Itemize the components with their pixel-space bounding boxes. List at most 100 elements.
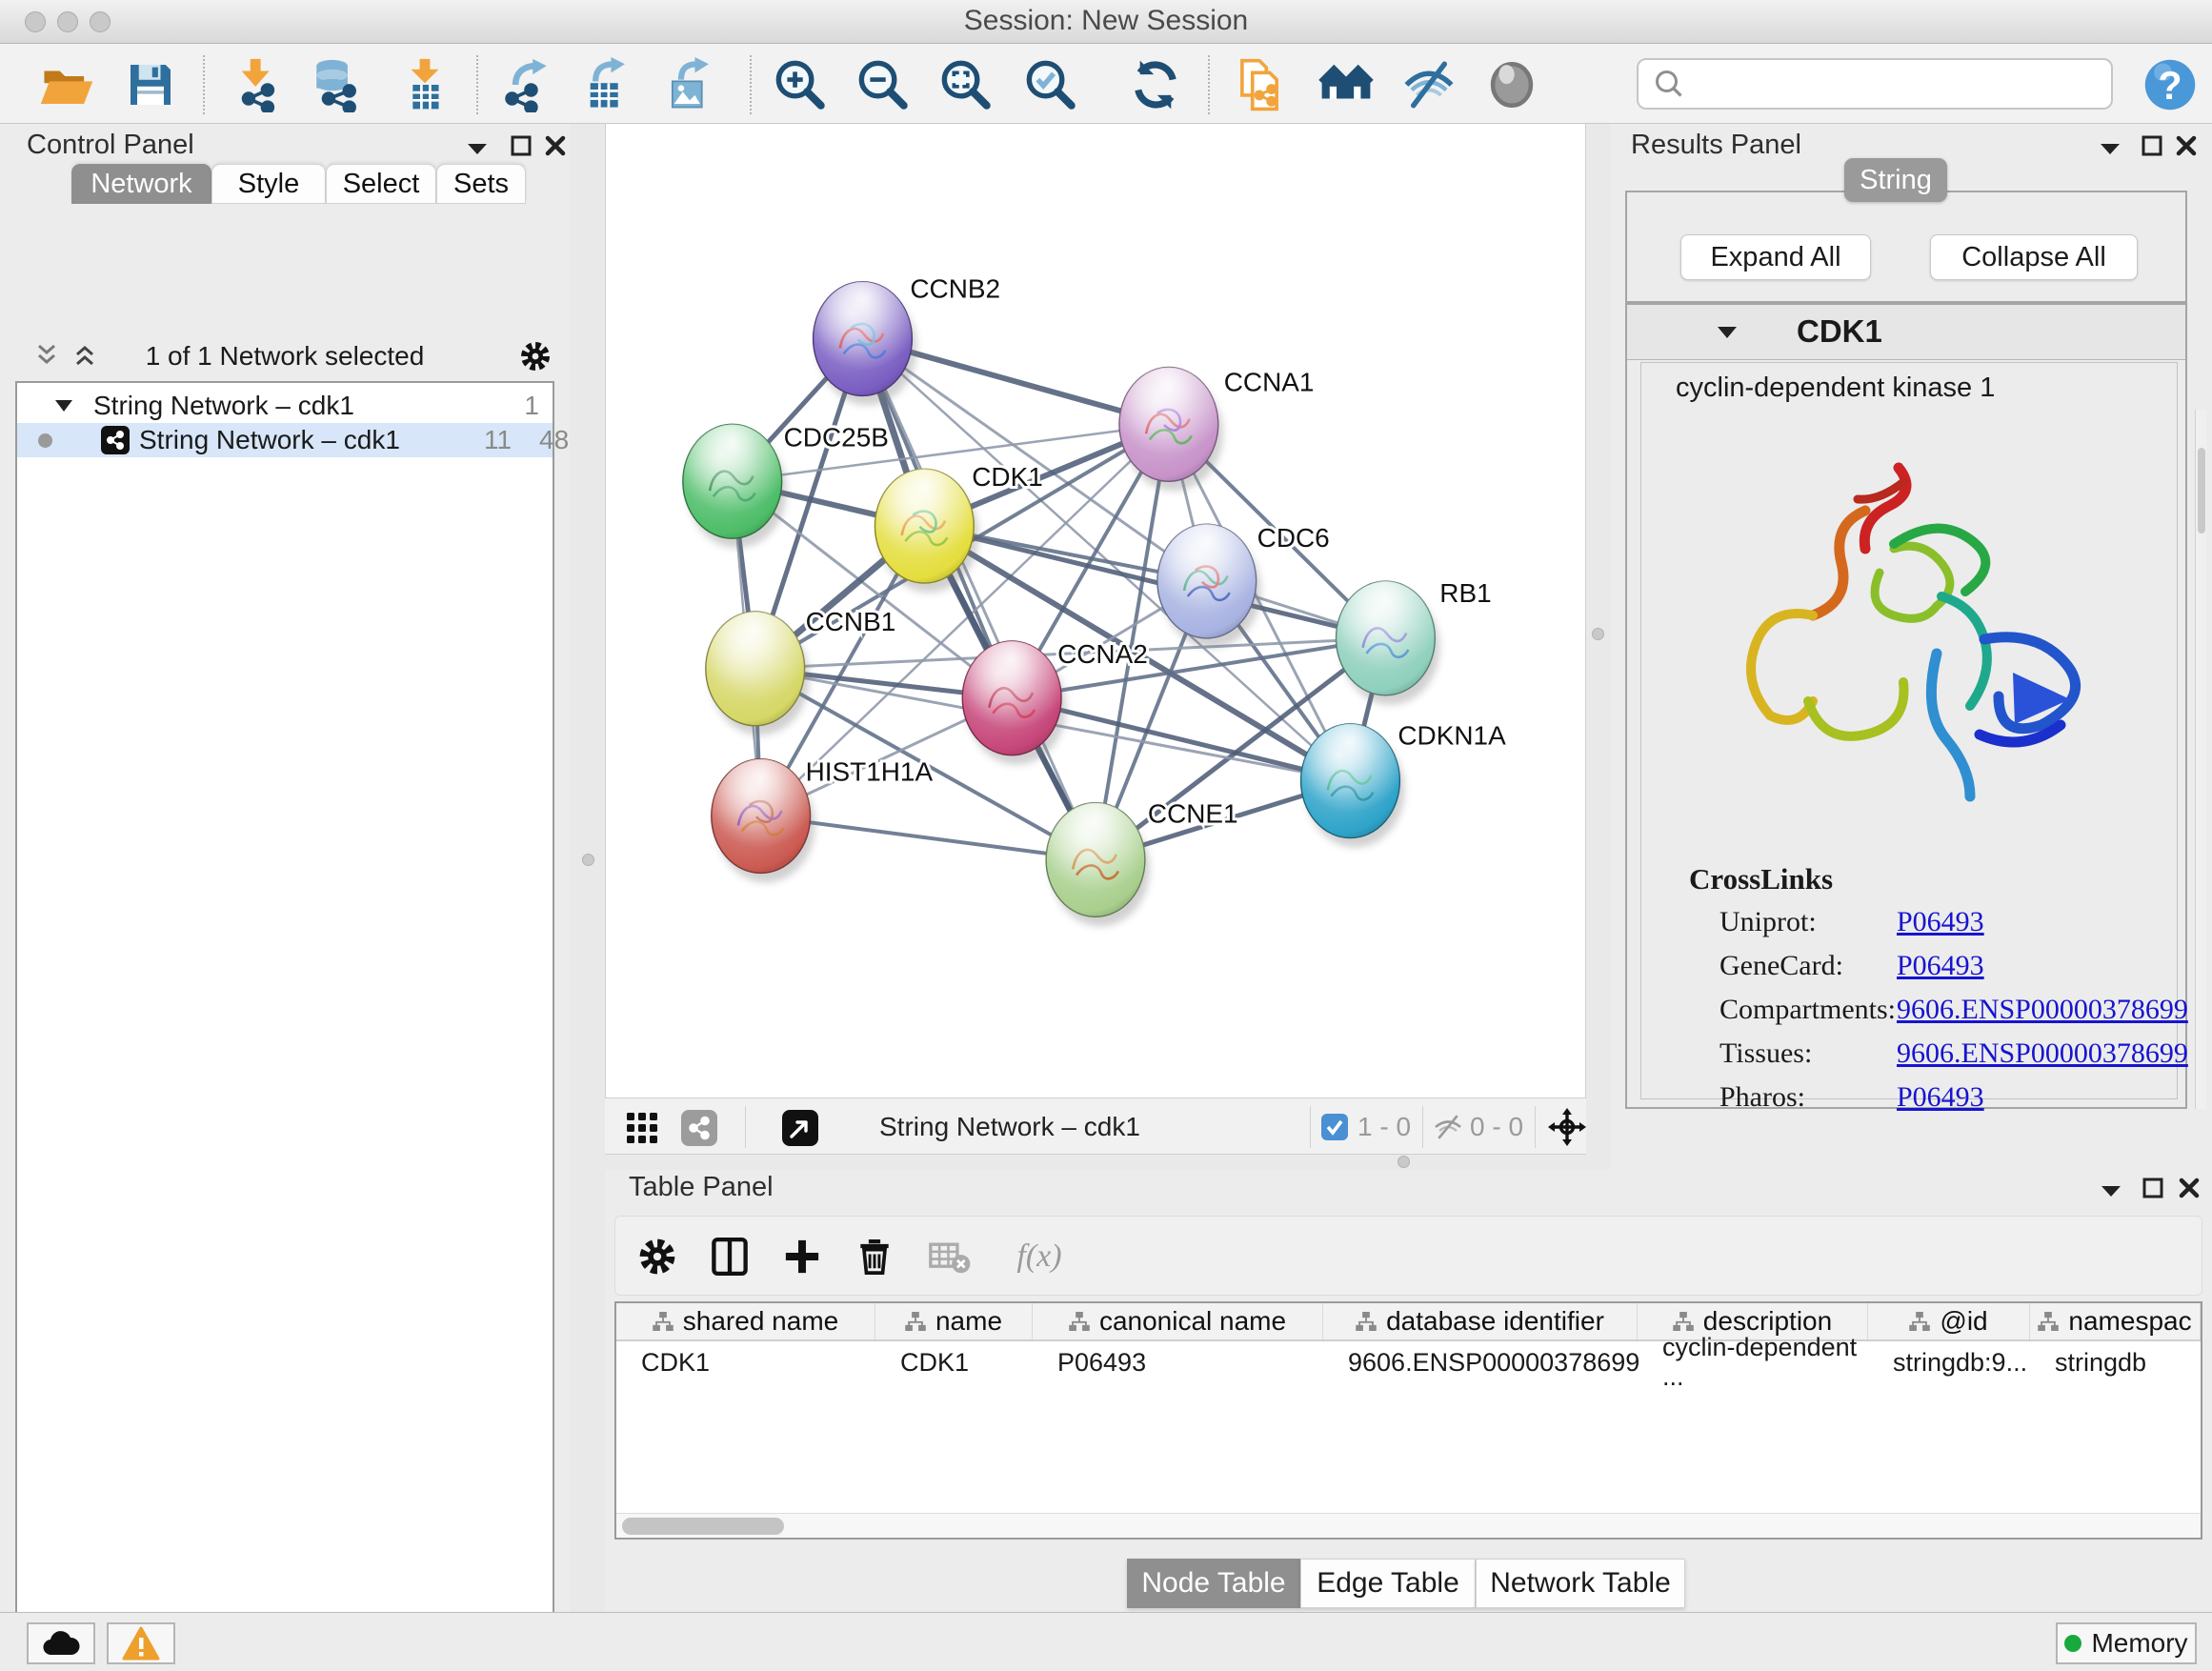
expand-all-button[interactable]: Expand All — [1680, 234, 1871, 280]
show-columns-button[interactable] — [703, 1230, 756, 1283]
zoom-in-button[interactable] — [772, 56, 829, 113]
node-CCNA2[interactable] — [962, 641, 1066, 765]
splitter-handle[interactable] — [582, 854, 594, 866]
table-row[interactable]: CDK1CDK1P064939606.ENSP00000378699cyclin… — [616, 1341, 2201, 1383]
cell-shared-name[interactable]: CDK1 — [616, 1341, 875, 1383]
table-panel-collapse-icon[interactable] — [2099, 1181, 2123, 1198]
crosslink-genecard-link[interactable]: P06493 — [1897, 950, 1984, 982]
cell-description[interactable]: cyclin-dependent ... — [1638, 1341, 1868, 1383]
function-builder-button[interactable]: f(x) — [996, 1230, 1082, 1283]
network-canvas[interactable]: CCNB2CCNA1CDC25BCDK1CDC6RB1CCNB1CCNA2CDK… — [605, 124, 1586, 1097]
node-CCNB2[interactable] — [814, 282, 917, 406]
tab-edge-table[interactable]: Edge Table — [1300, 1559, 1476, 1608]
column-header-shared-name[interactable]: shared name — [616, 1303, 875, 1339]
column-header-description[interactable]: description — [1638, 1303, 1868, 1339]
splitter-handle[interactable] — [1592, 628, 1604, 640]
network-nodes[interactable] — [683, 282, 1439, 927]
warnings-button[interactable] — [107, 1622, 175, 1664]
export-network-button[interactable] — [497, 56, 554, 113]
import-network-file-button[interactable] — [229, 56, 286, 113]
cell-database-identifier[interactable]: 9606.ENSP00000378699 — [1323, 1341, 1638, 1383]
results-panel-close-icon[interactable] — [2174, 133, 2199, 158]
delete-column-button[interactable] — [848, 1230, 901, 1283]
tab-network[interactable]: Network — [71, 164, 211, 204]
collection-disclosure-icon[interactable] — [53, 398, 74, 413]
table-panel-float-icon[interactable] — [2141, 1176, 2165, 1200]
add-column-button[interactable] — [775, 1230, 829, 1283]
node-CCNE1[interactable] — [1046, 803, 1150, 927]
zoom-fit-button[interactable] — [937, 56, 995, 113]
node-CDKN1A[interactable] — [1301, 724, 1405, 848]
window-zoom-button[interactable] — [90, 11, 111, 32]
column-header-namespac[interactable]: namespac — [2030, 1303, 2201, 1339]
crosslink-compartments-link[interactable]: 9606.ENSP00000378699 — [1897, 994, 2188, 1026]
gene-disclosure-icon[interactable] — [1715, 324, 1739, 341]
cloud-button[interactable] — [27, 1622, 95, 1664]
refresh-layout-button[interactable] — [1127, 56, 1184, 113]
node-CCNB1[interactable] — [706, 612, 810, 735]
network-collection-row[interactable]: String Network – cdk1 1 — [17, 389, 553, 423]
splitter-handle[interactable] — [1398, 1156, 1410, 1168]
table-settings-button[interactable] — [631, 1230, 684, 1283]
memory-button[interactable]: Memory — [2056, 1622, 2197, 1664]
export-table-button[interactable] — [577, 56, 634, 113]
column-header--id[interactable]: @id — [1868, 1303, 2030, 1339]
results-scrollbar[interactable] — [2195, 410, 2206, 1109]
window-minimize-button[interactable] — [57, 11, 78, 32]
left-splitter-gutter[interactable] — [570, 124, 605, 1155]
tab-sets[interactable]: Sets — [436, 164, 526, 204]
control-panel-float-icon[interactable] — [509, 133, 533, 158]
node-CDK1[interactable] — [875, 469, 978, 593]
table-panel-close-icon[interactable] — [2177, 1176, 2202, 1200]
column-header-canonical-name[interactable]: canonical name — [1033, 1303, 1323, 1339]
node-CDC25B[interactable] — [683, 424, 787, 548]
tab-select[interactable]: Select — [326, 164, 436, 204]
control-panel-close-icon[interactable] — [543, 133, 568, 158]
tab-network-table[interactable]: Network Table — [1476, 1559, 1685, 1608]
open-file-button[interactable] — [38, 56, 95, 113]
gene-header[interactable]: CDK1 — [1627, 305, 2185, 360]
houses-button[interactable] — [1317, 56, 1375, 113]
window-close-button[interactable] — [25, 11, 46, 32]
zoom-out-button[interactable] — [855, 56, 912, 113]
help-button[interactable]: ? — [2142, 56, 2199, 113]
network-from-selection-button[interactable] — [1231, 56, 1288, 113]
zoom-selected-button[interactable] — [1022, 56, 1079, 113]
node-RB1[interactable] — [1337, 581, 1440, 705]
cell-canonical-name[interactable]: P06493 — [1033, 1341, 1323, 1383]
gear-icon[interactable] — [518, 339, 553, 373]
network-row-selected[interactable]: String Network – cdk1 11 48 — [17, 423, 553, 457]
results-scrollbar-thumb[interactable] — [2198, 448, 2205, 534]
results-panel-float-icon[interactable] — [2140, 133, 2164, 158]
column-header-database-identifier[interactable]: database identifier — [1323, 1303, 1638, 1339]
column-header-name[interactable]: name — [875, 1303, 1033, 1339]
search-input[interactable] — [1694, 63, 2111, 105]
collapse-all-button[interactable]: Collapse All — [1930, 234, 2138, 280]
pan-crosshair-icon[interactable] — [1548, 1108, 1586, 1146]
tab-style[interactable]: Style — [211, 164, 326, 204]
node-CDC6[interactable] — [1157, 524, 1261, 648]
hide-selected-button[interactable] — [1400, 56, 1458, 113]
crosslink-pharos-link[interactable]: P06493 — [1897, 1081, 1984, 1114]
save-session-button[interactable] — [122, 56, 179, 113]
birdseye-grid-icon[interactable] — [626, 1112, 658, 1144]
results-panel-collapse-icon[interactable] — [2098, 139, 2122, 156]
tab-string[interactable]: String — [1844, 158, 1947, 202]
cell--id[interactable]: stringdb:9... — [1868, 1341, 2030, 1383]
import-table-button[interactable] — [396, 56, 453, 113]
crosslink-tissues-link[interactable]: 9606.ENSP00000378699 — [1897, 1037, 2188, 1070]
share-network-icon[interactable] — [681, 1110, 717, 1146]
import-network-database-button[interactable] — [309, 56, 366, 113]
control-panel-collapse-icon[interactable] — [465, 139, 490, 156]
export-view-icon[interactable] — [782, 1110, 818, 1146]
delete-table-button[interactable] — [922, 1230, 975, 1283]
crosslink-uniprot-link[interactable]: P06493 — [1897, 906, 1984, 938]
show-graphics-button[interactable] — [1483, 56, 1540, 113]
selected-checkbox-icon[interactable] — [1321, 1114, 1348, 1140]
table-scrollbar-thumb[interactable] — [622, 1518, 784, 1535]
cell-name[interactable]: CDK1 — [875, 1341, 1033, 1383]
table-horizontal-scrollbar[interactable] — [616, 1513, 2201, 1538]
node-CCNA1[interactable] — [1119, 367, 1223, 491]
export-image-button[interactable] — [661, 56, 718, 113]
tab-node-table[interactable]: Node Table — [1127, 1559, 1300, 1608]
